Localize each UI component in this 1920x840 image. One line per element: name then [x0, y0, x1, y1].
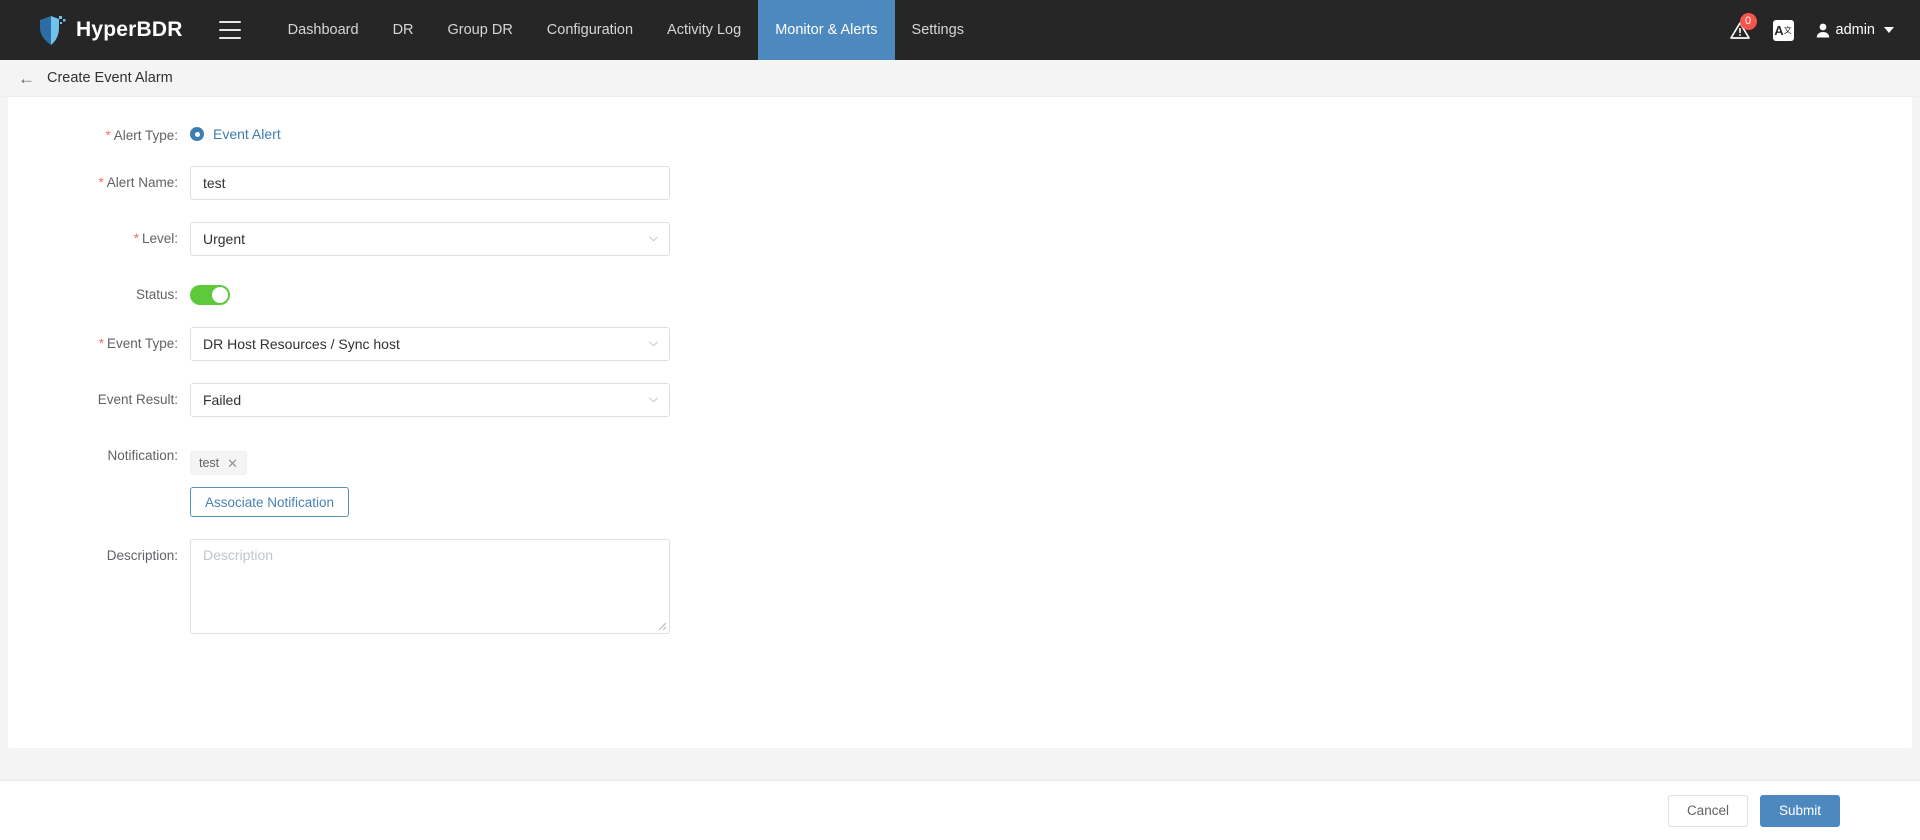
form-row-event-result: Event Result: Failed: [8, 383, 1912, 418]
status-toggle[interactable]: [190, 285, 230, 306]
label-notification-text: Notification:: [107, 448, 178, 464]
label-status-text: Status:: [135, 287, 178, 303]
language-icon-letter: A: [1774, 22, 1784, 38]
alerts-badge: 0: [1739, 13, 1757, 30]
form-row-notification: Notification: test ✕ Associate Notificat…: [8, 439, 1912, 518]
level-select-value: Urgent: [203, 231, 246, 248]
field-event-type: DR Host Resources / Sync host: [190, 327, 1912, 362]
chevron-down-icon: [649, 341, 658, 347]
field-event-result: Failed: [190, 383, 1912, 418]
field-alert-name: test: [190, 166, 1912, 201]
alert-name-input[interactable]: test: [190, 166, 670, 201]
close-icon[interactable]: ✕: [227, 457, 238, 470]
chevron-down-icon: [649, 397, 658, 403]
radio-event-alert-label: Event Alert: [213, 126, 281, 142]
event-type-select-value: DR Host Resources / Sync host: [203, 336, 400, 353]
nav-link-settings[interactable]: Settings: [895, 0, 981, 60]
brand-name: HyperBDR: [76, 18, 183, 41]
field-alert-type: Event Alert: [190, 119, 1912, 142]
event-type-select[interactable]: DR Host Resources / Sync host: [190, 327, 670, 362]
radio-event-alert[interactable]: Event Alert: [190, 119, 1912, 142]
brand-logo[interactable]: HyperBDR: [38, 15, 183, 46]
top-navbar: HyperBDR Dashboard DR Group DR Configura…: [0, 0, 1920, 60]
nav-link-group-dr[interactable]: Group DR: [431, 0, 530, 60]
notification-tag[interactable]: test ✕: [190, 451, 248, 476]
label-level-text: Level:: [141, 231, 178, 247]
chevron-down-icon: [1884, 27, 1894, 33]
form-row-level: * Level: Urgent: [8, 222, 1912, 257]
language-switch-icon[interactable]: A文: [1772, 19, 1794, 41]
label-level: * Level:: [8, 222, 190, 247]
content-area: * Alert Type: Event Alert * Alert Name: te…: [0, 97, 1920, 840]
nav-links: Dashboard DR Group DR Configuration Acti…: [271, 0, 981, 60]
description-placeholder: Description: [203, 547, 274, 564]
toggle-knob: [212, 287, 228, 304]
required-asterisk: *: [98, 336, 104, 352]
nav-link-dr[interactable]: DR: [376, 0, 431, 60]
create-event-alarm-form: * Alert Type: Event Alert * Alert Name: te…: [8, 97, 1912, 748]
form-row-alert-name: * Alert Name: test: [8, 166, 1912, 201]
label-event-result-text: Event Result:: [97, 392, 178, 408]
label-status: Status:: [8, 278, 190, 303]
label-notification: Notification:: [8, 439, 190, 464]
required-asterisk: *: [133, 231, 139, 247]
notification-tag-label: test: [199, 456, 220, 471]
label-event-result: Event Result:: [8, 383, 190, 408]
field-level: Urgent: [190, 222, 1912, 257]
page-title: Create Event Alarm: [47, 70, 173, 86]
user-menu[interactable]: admin: [1816, 22, 1894, 38]
submit-button[interactable]: Submit: [1759, 794, 1840, 827]
form-row-status: Status:: [8, 278, 1912, 306]
label-event-type: * Event Type:: [8, 327, 190, 352]
label-description-text: Description:: [106, 548, 178, 564]
level-select[interactable]: Urgent: [190, 222, 670, 257]
label-event-type-text: Event Type:: [106, 336, 178, 352]
associate-notification-button[interactable]: Associate Notification: [190, 487, 350, 518]
nav-link-dashboard[interactable]: Dashboard: [271, 0, 376, 60]
arrow-left-icon[interactable]: ←: [18, 70, 35, 87]
cancel-button[interactable]: Cancel: [1667, 794, 1748, 827]
alerts-button[interactable]: 0: [1729, 13, 1757, 41]
resize-handle-icon[interactable]: [657, 621, 667, 631]
nav-link-monitor-alerts[interactable]: Monitor & Alerts: [758, 0, 895, 60]
label-alert-name: * Alert Name:: [8, 166, 190, 191]
label-alert-type-text: Alert Type:: [113, 128, 178, 143]
label-description: Description:: [8, 539, 190, 564]
event-result-select[interactable]: Failed: [190, 383, 670, 418]
hamburger-icon[interactable]: [218, 21, 241, 39]
nav-link-configuration[interactable]: Configuration: [530, 0, 650, 60]
chevron-down-icon: [649, 236, 658, 242]
user-avatar-icon: [1816, 23, 1829, 37]
form-row-description: Description: Description: [8, 539, 1912, 635]
nav-link-activity-log[interactable]: Activity Log: [650, 0, 758, 60]
page-header: ← Create Event Alarm: [0, 60, 1920, 97]
field-status: [190, 278, 1912, 306]
user-name: admin: [1835, 22, 1876, 38]
radio-selected-icon: [190, 127, 204, 141]
label-alert-name-text: Alert Name:: [106, 175, 178, 191]
description-textarea[interactable]: Description: [190, 539, 670, 635]
form-footer: Cancel Submit: [0, 780, 1920, 840]
language-icon-sup: 文: [1783, 25, 1792, 35]
field-description: Description: [190, 539, 1912, 635]
form-row-event-type: * Event Type: DR Host Resources / Sync ho…: [8, 327, 1912, 362]
event-result-select-value: Failed: [203, 392, 242, 409]
form-row-alert-type: * Alert Type: Event Alert: [8, 119, 1912, 144]
label-alert-type: * Alert Type:: [8, 119, 190, 144]
field-notification: test ✕ Associate Notification: [190, 439, 1912, 518]
navbar-right-actions: 0 A文 admin: [1729, 0, 1894, 60]
hyperbdr-shield-icon: [38, 15, 66, 46]
required-asterisk: *: [105, 128, 111, 143]
required-asterisk: *: [98, 175, 104, 191]
